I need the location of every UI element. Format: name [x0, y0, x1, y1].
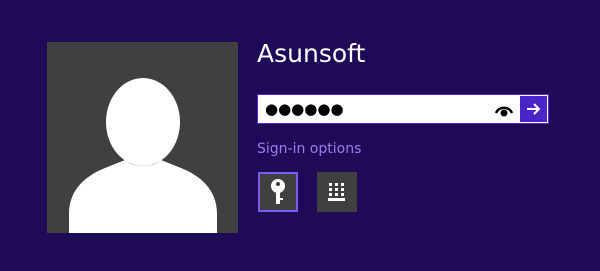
- signin-options-link[interactable]: Sign-in options: [257, 140, 361, 158]
- user-avatar: [47, 42, 238, 233]
- eye-icon[interactable]: [494, 102, 514, 118]
- user-name: Asunsoft: [257, 39, 366, 68]
- signin-option-pin[interactable]: [317, 172, 357, 212]
- key-icon: [271, 179, 285, 204]
- arrow-right-icon: [527, 103, 541, 115]
- password-field[interactable]: ●●●●●●: [257, 94, 549, 124]
- user-silhouette-icon: [69, 78, 217, 233]
- submit-button[interactable]: [520, 96, 547, 122]
- signin-option-password[interactable]: [258, 172, 298, 212]
- password-masked-value[interactable]: ●●●●●●: [265, 99, 344, 119]
- keypad-icon: [328, 183, 345, 201]
